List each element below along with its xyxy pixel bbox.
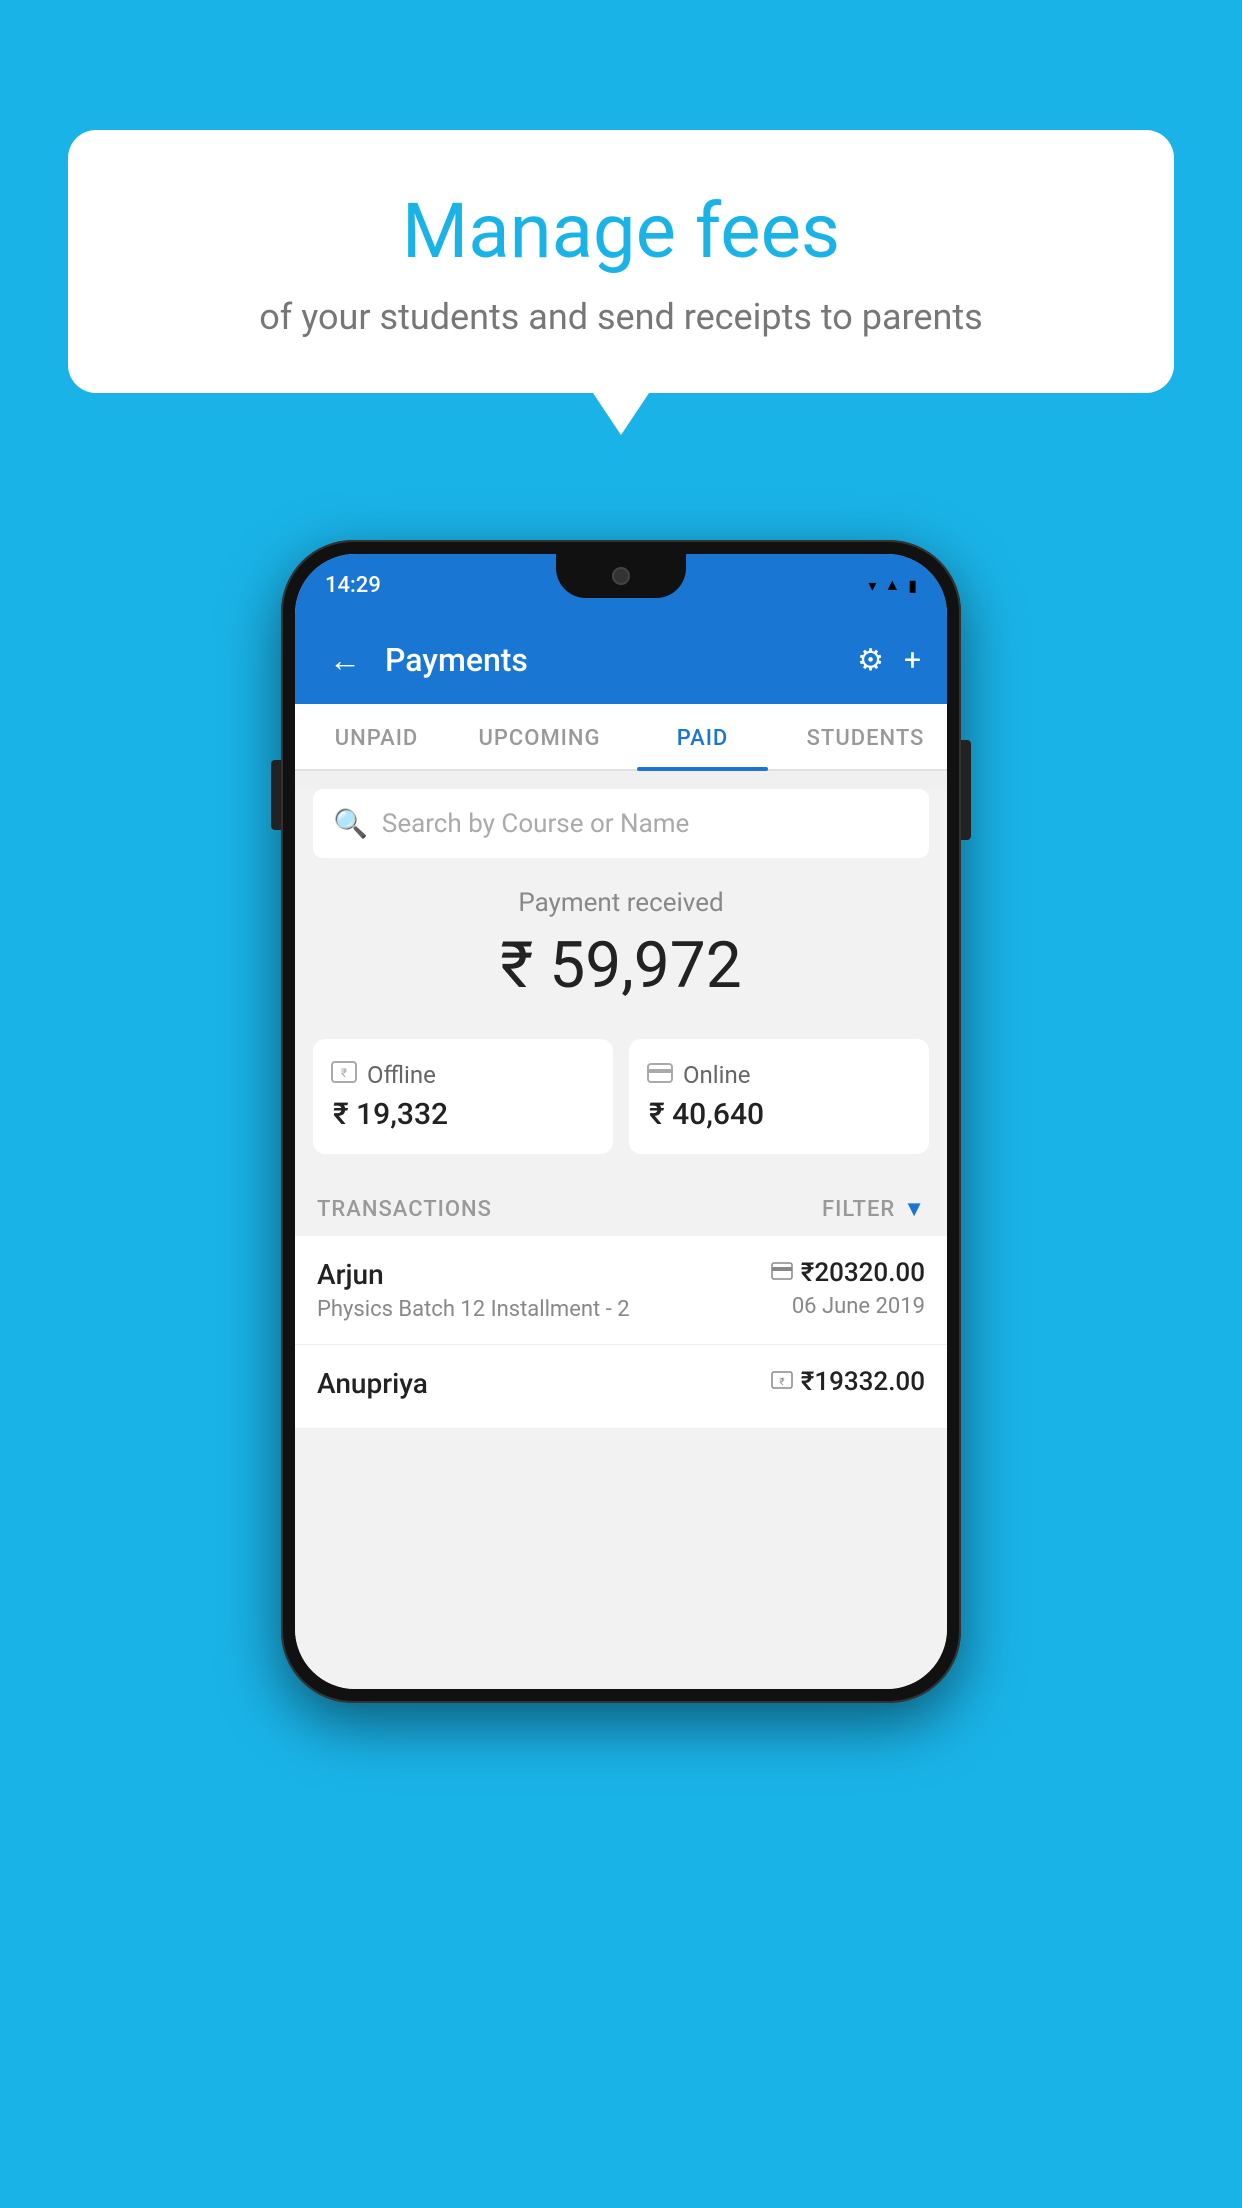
tab-unpaid[interactable]: UNPAID [295,704,458,769]
offline-payment-card: ₹ Offline ₹ 19,332 [313,1039,613,1154]
transaction-left: Arjun Physics Batch 12 Installment - 2 [317,1258,771,1322]
search-placeholder: Search by Course or Name [382,809,689,839]
transaction-date: 06 June 2019 [792,1294,925,1319]
wifi-icon: ▾ [868,576,876,595]
payment-cards: ₹ Offline ₹ 19,332 [313,1039,929,1154]
status-time: 14:29 [325,573,381,598]
payment-type-icon [771,1261,793,1286]
filter-button[interactable]: FILTER ▼ [822,1196,925,1222]
transaction-amount: ₹19332.00 [801,1367,925,1397]
transaction-right: ₹20320.00 06 June 2019 [771,1258,925,1319]
transaction-name: Arjun [317,1258,771,1291]
svg-text:₹: ₹ [779,1377,784,1388]
phone-outer: 14:29 ▾ ▲ ▮ ← Payments ⚙ + [281,540,961,1703]
offline-icon: ₹ [331,1061,357,1089]
filter-label: FILTER [822,1197,895,1222]
back-button[interactable]: ← [321,633,369,687]
transaction-detail: Physics Batch 12 Installment - 2 [317,1297,771,1322]
payment-type-icon: ₹ [771,1370,793,1395]
add-button[interactable]: + [904,643,921,678]
online-payment-card: Online ₹ 40,640 [629,1039,929,1154]
payment-received-label: Payment received [295,888,947,918]
bubble-subtitle: of your students and send receipts to pa… [118,296,1124,338]
search-icon: 🔍 [333,807,368,840]
online-amount: ₹ 40,640 [647,1097,911,1132]
transaction-name: Anupriya [317,1367,771,1400]
notch [556,554,686,598]
content-area: 🔍 Search by Course or Name Payment recei… [295,789,947,1689]
tabs-bar: UNPAID UPCOMING PAID STUDENTS [295,704,947,771]
bubble-title: Manage fees [118,190,1124,274]
tab-students[interactable]: STUDENTS [784,704,947,769]
offline-card-header: ₹ Offline [331,1061,595,1089]
online-label: Online [683,1061,750,1089]
transactions-header: TRANSACTIONS FILTER ▼ [295,1178,947,1236]
signal-icon: ▲ [884,575,900,595]
transactions-label: TRANSACTIONS [317,1197,492,1222]
transaction-right: ₹ ₹19332.00 [771,1367,925,1397]
payment-received-amount: ₹ 59,972 [295,928,947,1003]
app-bar: ← Payments ⚙ + [295,616,947,704]
offline-label: Offline [367,1061,436,1089]
transaction-row: Anupriya ₹ ₹19332.00 [295,1345,947,1429]
search-bar[interactable]: 🔍 Search by Course or Name [313,789,929,858]
tab-upcoming[interactable]: UPCOMING [458,704,621,769]
app-bar-actions: ⚙ + [857,643,921,678]
offline-amount: ₹ 19,332 [331,1097,595,1132]
phone-screen: 14:29 ▾ ▲ ▮ ← Payments ⚙ + [295,554,947,1689]
payment-received-section: Payment received ₹ 59,972 [295,858,947,1023]
transaction-row: Arjun Physics Batch 12 Installment - 2 [295,1236,947,1345]
online-icon [647,1061,673,1089]
transaction-amount: ₹20320.00 [801,1258,925,1288]
filter-icon: ▼ [903,1196,925,1222]
transaction-left: Anupriya [317,1367,771,1406]
transaction-amount-row: ₹ ₹19332.00 [771,1367,925,1397]
phone-device: 14:29 ▾ ▲ ▮ ← Payments ⚙ + [281,540,961,1703]
status-bar: 14:29 ▾ ▲ ▮ [295,554,947,616]
svg-text:₹: ₹ [341,1066,347,1080]
battery-icon: ▮ [908,576,917,595]
transaction-amount-row: ₹20320.00 [771,1258,925,1288]
status-icons: ▾ ▲ ▮ [868,575,917,595]
settings-button[interactable]: ⚙ [857,643,884,678]
online-card-header: Online [647,1061,911,1089]
speech-bubble: Manage fees of your students and send re… [68,130,1174,393]
app-bar-title: Payments [385,641,841,679]
camera [612,567,630,585]
tab-paid[interactable]: PAID [621,704,784,769]
